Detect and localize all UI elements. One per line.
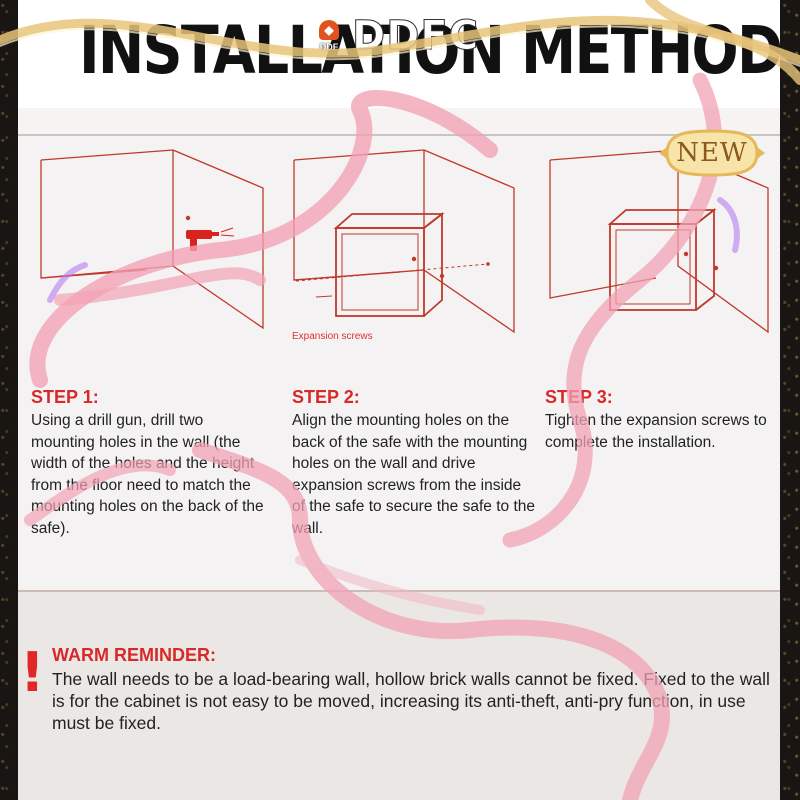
- logo-text: DDFC: [351, 13, 480, 60]
- step-2-body: Align the mounting holes on the back of …: [292, 412, 535, 537]
- drill-icon: [186, 230, 219, 251]
- safe-box-secured: [607, 208, 717, 311]
- step-1: STEP 1: Using a drill gun, drill two mou…: [31, 387, 271, 540]
- step1-diagram: [40, 149, 264, 330]
- expansion-screws-caption: Expansion screws: [292, 331, 373, 342]
- reminder-body: The wall needs to be a load-bearing wall…: [52, 669, 770, 733]
- shield-icon: ◆: [319, 20, 339, 40]
- step-3-body: Tighten the expansion screws to complete…: [545, 412, 767, 451]
- step-2: STEP 2: Align the mounting holes on the …: [292, 387, 537, 540]
- step-1-title: STEP 1:: [31, 387, 99, 407]
- step-1-body: Using a drill gun, drill two mounting ho…: [31, 412, 264, 537]
- logo-badge-text: DDF: [319, 42, 339, 52]
- logo-badge: ◆ DDF: [312, 16, 346, 56]
- exclamation-icon: !: [20, 641, 45, 704]
- reminder-title: WARM REMINDER:: [52, 645, 216, 665]
- new-badge-label: NEW: [676, 138, 748, 168]
- brand-logo: ◆ DDF DDFC: [312, 12, 502, 60]
- step2-diagram: [293, 149, 515, 334]
- safe-box: [333, 212, 445, 317]
- step-3: STEP 3: Tighten the expansion screws to …: [545, 387, 777, 453]
- step-3-title: STEP 3:: [545, 387, 613, 407]
- step-2-title: STEP 2:: [292, 387, 360, 407]
